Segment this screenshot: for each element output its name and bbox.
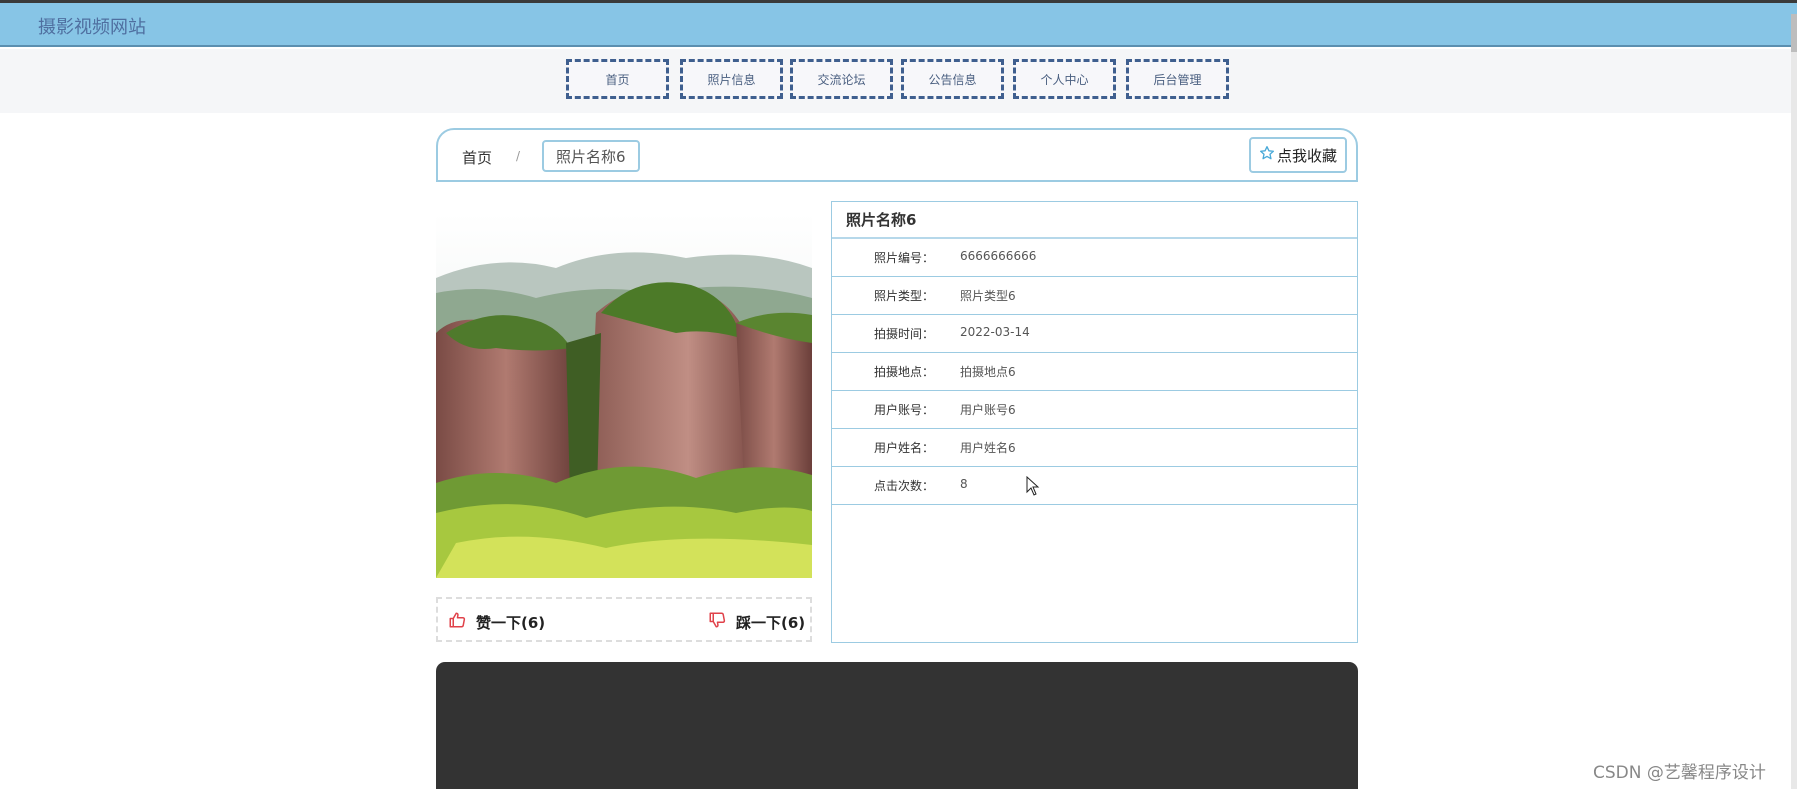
scrollbar-thumb[interactable] xyxy=(1791,14,1797,52)
photo-details-panel: 照片名称6 照片编号： 6666666666 照片类型： 照片类型6 拍摄时间：… xyxy=(831,201,1358,643)
nav-item-home[interactable]: 首页 xyxy=(566,59,669,99)
breadcrumb-current: 照片名称6 xyxy=(542,140,640,172)
breadcrumb-home-link[interactable]: 首页 xyxy=(462,147,492,168)
site-header: 摄影视频网站 xyxy=(0,3,1797,47)
nav-item-photo-info[interactable]: 照片信息 xyxy=(680,59,783,99)
favorite-button[interactable]: 点我收藏 xyxy=(1248,137,1347,173)
nav-item-personal-center[interactable]: 个人中心 xyxy=(1013,59,1116,99)
breadcrumb-separator: / xyxy=(516,149,521,163)
photo-details-title: 照片名称6 xyxy=(832,202,1357,239)
detail-row-photo-type: 照片类型： 照片类型6 xyxy=(832,277,1357,315)
nav-item-admin[interactable]: 后台管理 xyxy=(1126,59,1229,99)
detail-row-click-count: 点击次数： 8 xyxy=(832,467,1357,505)
site-title[interactable]: 摄影视频网站 xyxy=(38,13,146,39)
detail-label: 用户账号： xyxy=(873,403,934,417)
favorite-button-label: 点我收藏 xyxy=(1276,146,1337,165)
detail-label: 拍摄地点： xyxy=(873,365,934,379)
dislike-button[interactable]: 踩一下(6) xyxy=(708,611,805,633)
detail-row-shoot-time: 拍摄时间： 2022-03-14 xyxy=(832,315,1357,353)
detail-value: 用户账号6 xyxy=(960,403,1016,417)
detail-label: 点击次数： xyxy=(873,479,934,493)
detail-row-user-account: 用户账号： 用户账号6 xyxy=(832,391,1357,429)
detail-label: 照片编号： xyxy=(873,251,934,265)
detail-value: 用户姓名6 xyxy=(960,441,1016,455)
watermark: CSDN @艺馨程序设计 xyxy=(1590,758,1769,783)
main-nav: 首页 照片信息 交流论坛 公告信息 个人中心 后台管理 xyxy=(0,49,1797,113)
nav-item-announcements[interactable]: 公告信息 xyxy=(901,59,1004,99)
mouse-cursor-icon xyxy=(1026,475,1040,500)
detail-value: 8 xyxy=(960,477,968,491)
detail-label: 用户姓名： xyxy=(873,441,934,455)
detail-row-photo-id: 照片编号： 6666666666 xyxy=(832,239,1357,277)
thumbs-up-icon xyxy=(448,611,466,633)
like-button-label: 赞一下(6) xyxy=(476,613,546,632)
detail-row-user-name: 用户姓名： 用户姓名6 xyxy=(832,429,1357,467)
detail-label: 照片类型： xyxy=(873,289,934,303)
thumbs-down-icon xyxy=(708,611,726,633)
dislike-button-label: 踩一下(6) xyxy=(736,613,806,632)
photo-image xyxy=(436,213,812,578)
breadcrumb: 首页 / 照片名称6 点我收藏 xyxy=(436,128,1358,182)
like-button[interactable]: 赞一下(6) xyxy=(448,611,545,633)
nav-item-forum[interactable]: 交流论坛 xyxy=(790,59,893,99)
detail-value: 2022-03-14 xyxy=(960,325,1030,339)
detail-label: 拍摄时间： xyxy=(873,327,934,341)
detail-value: 6666666666 xyxy=(960,249,1037,263)
detail-row-shoot-location: 拍摄地点： 拍摄地点6 xyxy=(832,353,1357,391)
vote-bar: 赞一下(6) 踩一下(6) xyxy=(436,597,812,642)
content-panel xyxy=(436,662,1358,789)
detail-value: 照片类型6 xyxy=(960,289,1016,303)
detail-value: 拍摄地点6 xyxy=(960,365,1016,379)
star-outline-icon xyxy=(1259,145,1275,165)
scrollbar[interactable] xyxy=(1791,14,1797,789)
